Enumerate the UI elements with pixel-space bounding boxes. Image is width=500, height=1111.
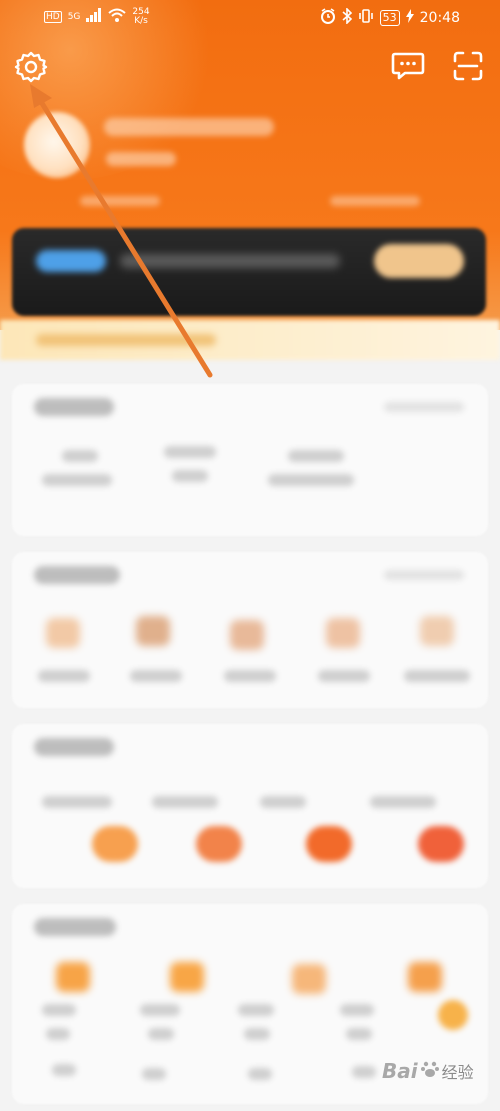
tool-label-8 xyxy=(352,1066,376,1078)
promo-label-3 xyxy=(260,796,306,808)
item-1-line1[interactable] xyxy=(62,450,98,462)
tool-label-7 xyxy=(248,1068,272,1080)
battery-indicator: 53 xyxy=(379,10,400,26)
paw-icon xyxy=(420,1059,440,1083)
section-title-blur xyxy=(34,398,114,416)
signal-icon xyxy=(86,8,102,26)
section-more-blur[interactable] xyxy=(384,570,464,580)
network-label: 5G xyxy=(67,11,81,22)
section-services xyxy=(12,552,488,708)
service-icon-4[interactable] xyxy=(326,618,360,648)
avatar[interactable] xyxy=(24,112,90,178)
tool-label-4 xyxy=(340,1004,374,1016)
net-speed: 254 K/s xyxy=(132,8,149,26)
alarm-icon xyxy=(320,8,336,28)
tool-label-1 xyxy=(42,1004,76,1016)
tool-icon-1[interactable] xyxy=(56,962,90,992)
vip-badge xyxy=(36,250,106,272)
promo-icon-1[interactable] xyxy=(92,826,138,862)
stat-left-blur xyxy=(80,196,160,206)
item-2-line1[interactable] xyxy=(164,446,216,458)
gear-icon xyxy=(14,50,48,88)
vip-text-blur xyxy=(120,254,340,268)
tool-label-1b xyxy=(46,1028,70,1040)
watermark: Bai 经验 xyxy=(382,1053,492,1089)
service-icon-1[interactable] xyxy=(46,618,80,648)
item-2-line2 xyxy=(172,470,208,482)
section-title-blur xyxy=(34,566,120,584)
section-title-blur xyxy=(34,918,116,936)
tool-label-3b xyxy=(244,1028,270,1040)
service-icon-2[interactable] xyxy=(136,616,170,646)
tool-label-2 xyxy=(140,1004,180,1016)
promo-label-2 xyxy=(152,796,218,808)
tool-label-5 xyxy=(52,1064,76,1076)
item-3-line1[interactable] xyxy=(288,450,344,462)
status-bar: HD 5G 254 K/s 53 20:48 xyxy=(0,0,500,34)
bluetooth-icon xyxy=(342,7,352,28)
message-icon xyxy=(391,51,425,85)
service-label-1 xyxy=(38,670,90,682)
section-more-blur[interactable] xyxy=(384,402,464,412)
hd-indicator: HD xyxy=(44,11,62,23)
user-subtitle-blur xyxy=(106,152,176,166)
tool-label-4b xyxy=(346,1028,372,1040)
speed-unit: K/s xyxy=(134,16,148,26)
status-right: 53 20:48 xyxy=(320,7,460,28)
tool-label-2b xyxy=(148,1028,174,1040)
item-3-line2 xyxy=(268,474,354,486)
service-label-4 xyxy=(318,670,370,682)
profile-area[interactable] xyxy=(24,106,464,186)
vip-notice-blur xyxy=(36,334,216,346)
status-left: HD 5G 254 K/s xyxy=(44,8,150,26)
promo-icon-2[interactable] xyxy=(196,826,242,862)
tool-label-3 xyxy=(238,1004,274,1016)
section-title-blur xyxy=(34,738,114,756)
promo-label-1 xyxy=(42,796,112,808)
message-button[interactable] xyxy=(390,52,426,84)
item-1-line2 xyxy=(42,474,112,486)
tool-icon-5[interactable] xyxy=(438,1000,468,1030)
stat-right-blur xyxy=(330,196,420,206)
promo-icon-3[interactable] xyxy=(306,826,352,862)
vip-card[interactable] xyxy=(12,228,486,316)
username-blur xyxy=(104,118,274,136)
watermark-brand: Bai xyxy=(382,1059,418,1083)
vip-notice-bar[interactable] xyxy=(0,320,500,360)
promo-icon-4[interactable] xyxy=(418,826,464,862)
promo-label-4 xyxy=(370,796,436,808)
tool-label-6 xyxy=(142,1068,166,1080)
service-label-2 xyxy=(130,670,182,682)
tool-icon-4[interactable] xyxy=(408,962,442,992)
service-icon-3[interactable] xyxy=(230,620,264,650)
charging-icon xyxy=(405,9,414,27)
watermark-suffix: 经验 xyxy=(441,1063,474,1082)
service-label-3 xyxy=(224,670,276,682)
service-label-5 xyxy=(404,670,470,682)
section-orders xyxy=(12,384,488,536)
section-promos xyxy=(12,724,488,888)
settings-button[interactable] xyxy=(12,50,50,88)
scan-icon xyxy=(452,50,484,86)
clock: 20:48 xyxy=(419,10,460,26)
scan-button[interactable] xyxy=(450,50,486,86)
service-icon-5[interactable] xyxy=(420,616,454,646)
wifi-icon xyxy=(108,8,127,26)
vibrate-icon xyxy=(358,8,374,28)
tool-icon-3[interactable] xyxy=(292,964,326,994)
tool-icon-2[interactable] xyxy=(170,962,204,992)
vip-open-button[interactable] xyxy=(374,244,464,278)
